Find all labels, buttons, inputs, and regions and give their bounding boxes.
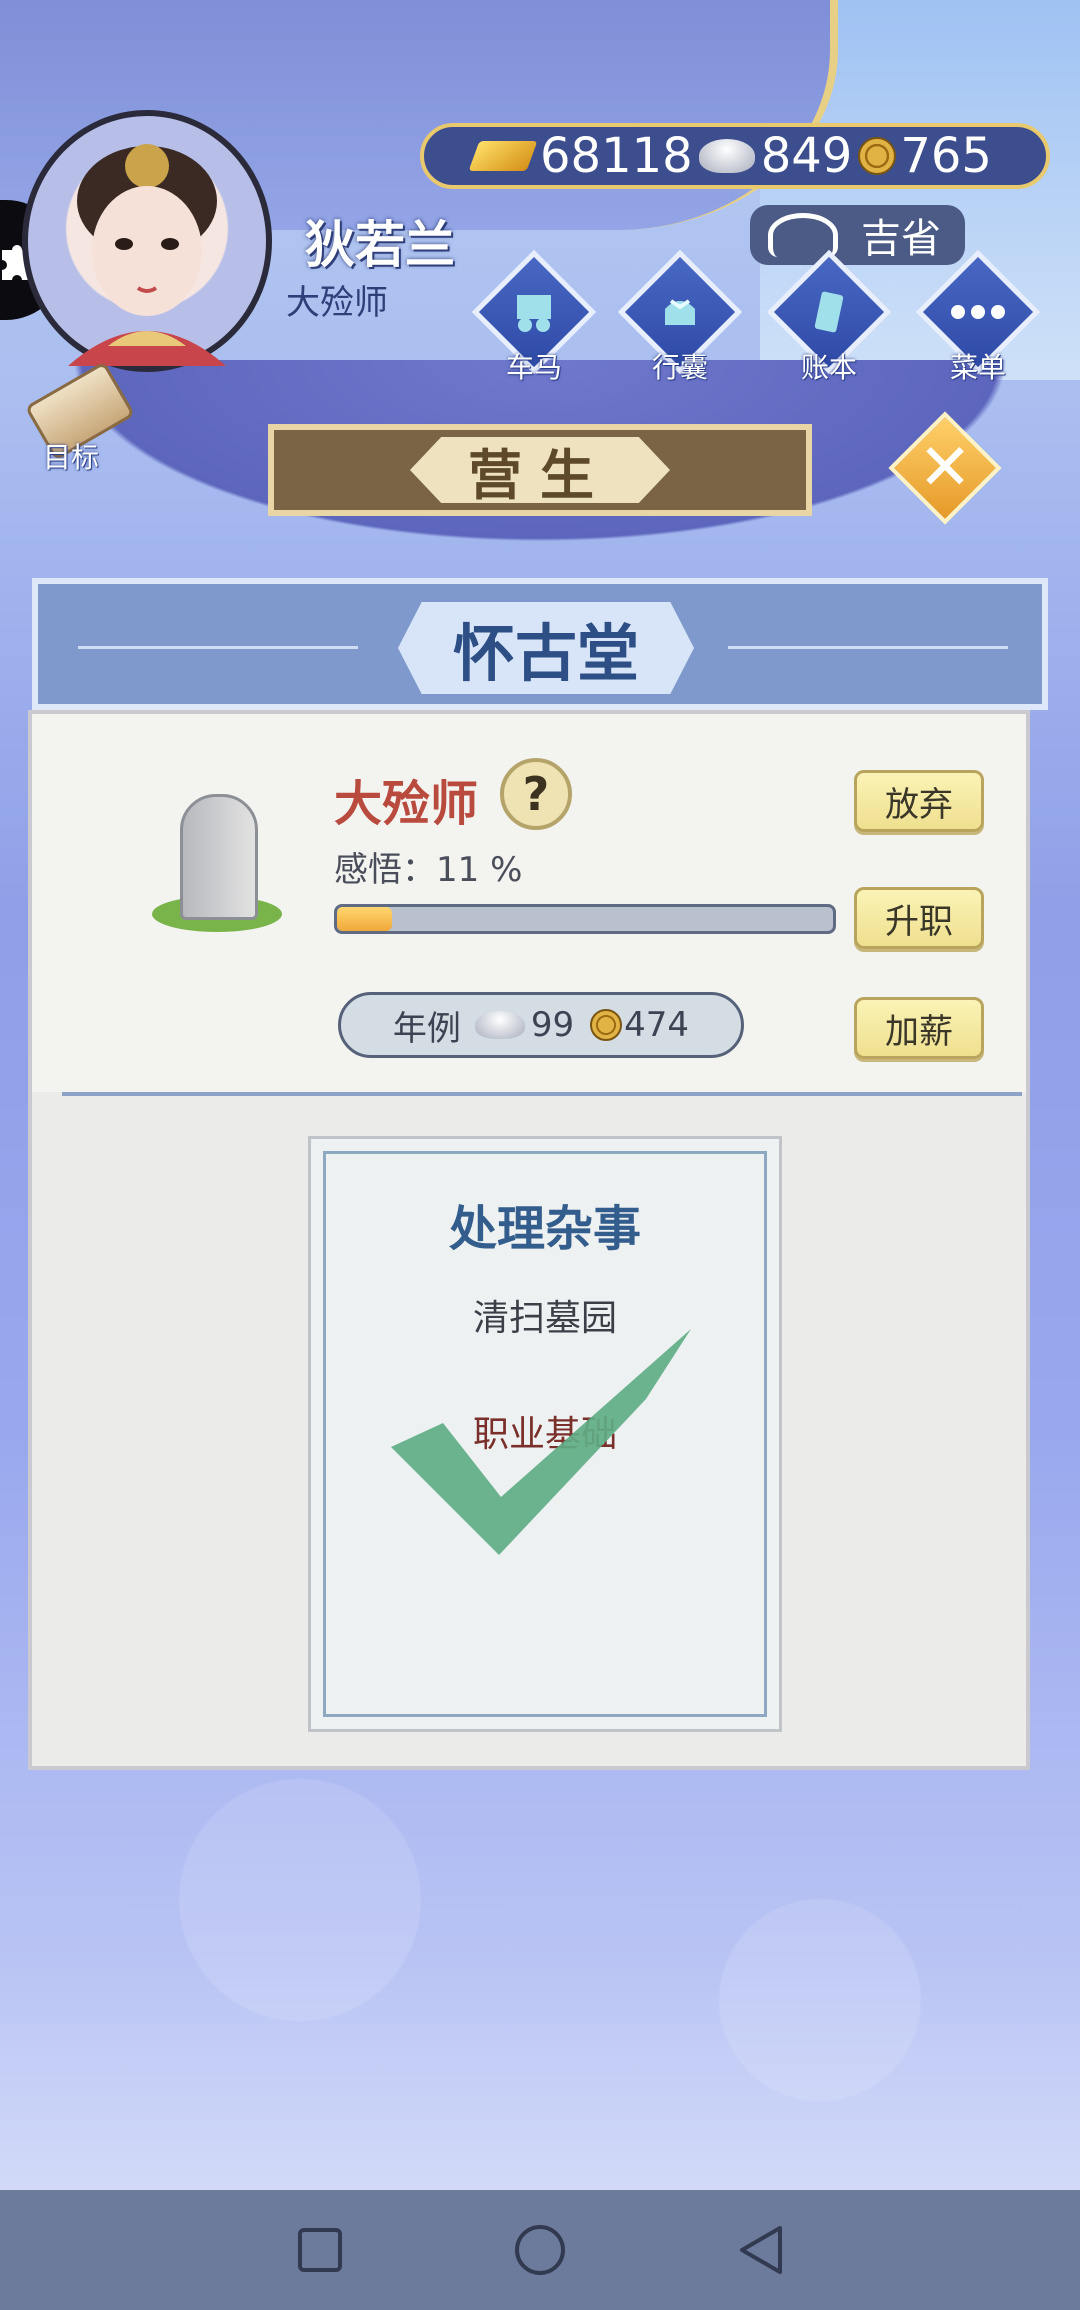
- raise-salary-button[interactable]: 加薪: [854, 997, 984, 1059]
- gold-bar-icon: [468, 141, 538, 171]
- menu-label-more: 菜单: [949, 351, 1006, 384]
- gold-currency: 68118: [468, 128, 693, 184]
- bundle-icon: [620, 282, 740, 342]
- goal-label: 目标: [42, 441, 99, 474]
- insight-label: 感悟：11 %: [334, 850, 523, 890]
- bundle-button[interactable]: 行囊: [617, 249, 743, 388]
- insight-progress-fill: [337, 907, 392, 931]
- copper-coin-icon: [858, 137, 897, 175]
- currency-bar: 68118 849 765: [420, 123, 1050, 189]
- coin-currency: 765: [858, 128, 992, 184]
- back-button[interactable]: [725, 2215, 795, 2285]
- task-card[interactable]: 处理杂事 清扫墓园 职业基础: [308, 1136, 782, 1732]
- job-panel: 大殓师 ? 感悟：11 % 年例 99 474 放弃 升职 加薪 处理杂事 清扫…: [28, 710, 1030, 1770]
- goal-button[interactable]: 目标: [16, 361, 136, 480]
- back-triangle-icon: [740, 2226, 782, 2274]
- screen-title-plaque: 营生: [268, 424, 812, 516]
- luck-button[interactable]: 吉省: [750, 205, 965, 265]
- home-button[interactable]: [505, 2215, 575, 2285]
- task-title: 处理杂事: [448, 1201, 641, 1257]
- ledger-button[interactable]: 账本: [766, 249, 892, 388]
- silver-amount: 849: [760, 128, 853, 184]
- salary-label: 年例: [392, 1008, 461, 1049]
- checkmark-icon: [391, 1329, 691, 1555]
- abandon-button[interactable]: 放弃: [854, 770, 984, 832]
- silver-ingot-icon: [474, 1011, 525, 1039]
- job-info: 大殓师 ? 感悟：11 % 年例 99 474 放弃 升职 加薪: [32, 714, 1026, 1092]
- carriage-icon: [474, 282, 594, 342]
- salary-coins: 474: [624, 1005, 690, 1045]
- more-icon: [918, 282, 1038, 342]
- coin-amount: 765: [900, 128, 992, 184]
- menu-label-ledger: 账本: [800, 351, 857, 384]
- tombstone-icon: [142, 774, 282, 944]
- square-icon: [298, 2228, 342, 2272]
- close-icon[interactable]: ✕: [895, 432, 995, 504]
- salary-silver: 99: [530, 1005, 575, 1045]
- shop-header: 怀古堂: [32, 578, 1048, 710]
- gold-amount: 68118: [540, 128, 693, 184]
- ledger-icon: [769, 282, 889, 342]
- player-name: 狄若兰: [305, 216, 455, 274]
- menu-label-bundle: 行囊: [651, 351, 708, 384]
- system-nav-bar: [0, 2190, 1080, 2310]
- silver-currency: 849: [698, 128, 853, 184]
- luck-label: 吉省: [861, 216, 941, 262]
- recent-apps-button[interactable]: [285, 2215, 355, 2285]
- insight-progress-bar: [334, 904, 836, 934]
- section-divider: [62, 1092, 1022, 1096]
- circle-icon: [515, 2225, 565, 2275]
- shop-name: 怀古堂: [398, 602, 694, 694]
- job-name: 大殓师: [334, 776, 479, 832]
- menu-label-carriage: 车马: [505, 351, 562, 384]
- avatar[interactable]: [22, 110, 272, 372]
- screen-title: 营生: [410, 437, 670, 503]
- player-title: 大殓师: [286, 283, 388, 323]
- copper-coin-icon: [590, 1009, 623, 1041]
- more-menu-button[interactable]: 菜单: [915, 249, 1041, 388]
- help-button[interactable]: ?: [500, 758, 572, 830]
- promote-button[interactable]: 升职: [854, 887, 984, 949]
- salary-display: 年例 99 474: [338, 992, 744, 1058]
- character-portrait: [68, 144, 226, 366]
- silver-ingot-icon: [698, 139, 755, 173]
- carriage-button[interactable]: 车马: [471, 249, 597, 388]
